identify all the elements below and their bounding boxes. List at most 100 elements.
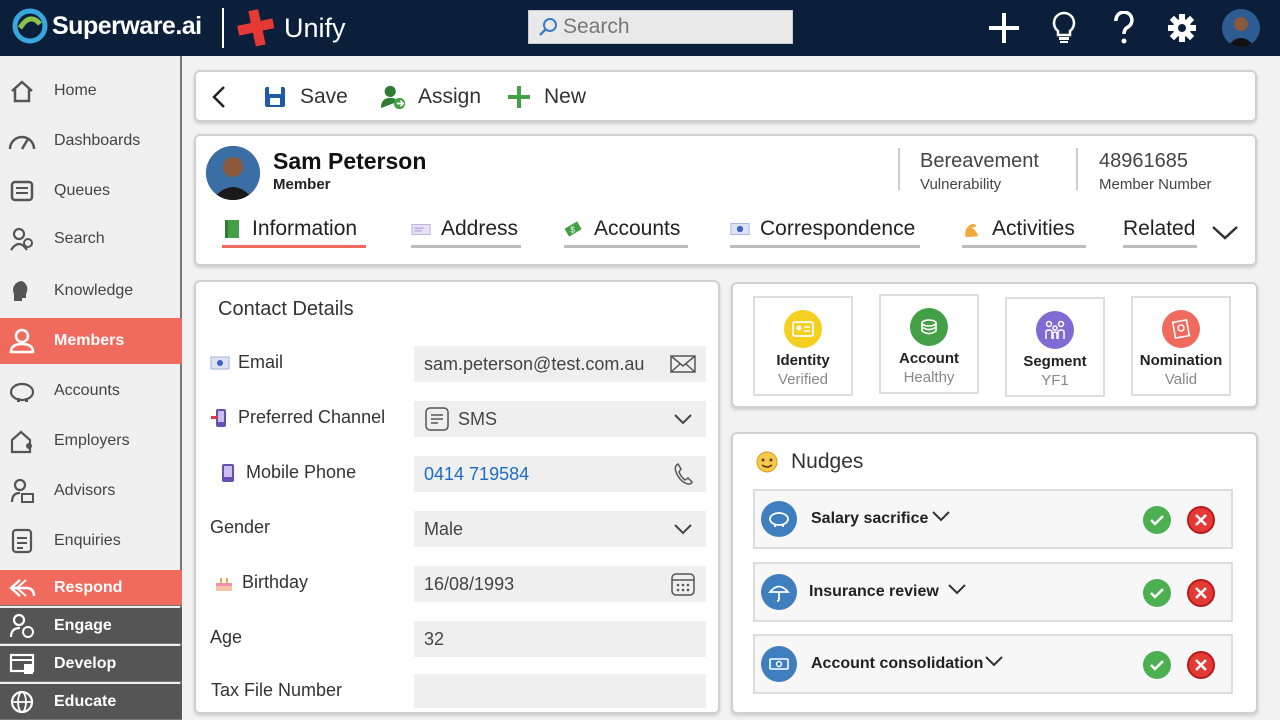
dismiss-nudge-button[interactable] <box>1187 579 1215 607</box>
sidebar-item-employers[interactable]: Employers <box>0 418 182 464</box>
sidebar-item-label: Queues <box>54 182 111 199</box>
sidebar-item-search[interactable]: Search <box>0 216 182 262</box>
brand-divider <box>222 8 224 48</box>
email-icon <box>730 219 750 239</box>
envelope-icon[interactable] <box>670 352 696 376</box>
family-icon <box>1036 311 1074 349</box>
sidebar-item-advisors[interactable]: Advisors <box>0 468 182 514</box>
tabs-more-button[interactable] <box>1210 222 1240 244</box>
sidebar-item-dashboards[interactable]: Dashboards <box>0 118 182 164</box>
settings-button[interactable] <box>1164 10 1200 46</box>
close-icon <box>1195 587 1207 599</box>
user-photo-icon <box>1227 17 1255 47</box>
sidebar-item-enquiries[interactable]: Enquiries <box>0 518 182 564</box>
nomination-badge[interactable]: Nomination Valid <box>1131 296 1231 396</box>
tab-label: Correspondence <box>760 216 916 240</box>
member-name: Sam Peterson <box>273 148 427 174</box>
chevron-down-icon[interactable] <box>947 582 967 602</box>
tab-label: Related <box>1123 216 1196 240</box>
brand-name: Superware.ai <box>52 11 202 40</box>
tax-file-number-field[interactable] <box>414 674 706 708</box>
badge-title: Identity <box>776 352 830 369</box>
dismiss-nudge-button[interactable] <box>1187 651 1215 679</box>
back-button[interactable] <box>210 84 230 110</box>
tab-accounts[interactable]: $ Accounts <box>564 214 688 248</box>
sidebar-item-queues[interactable]: Queues <box>0 168 182 214</box>
phone-call-icon[interactable] <box>670 462 696 486</box>
identity-badge[interactable]: Identity Verified <box>753 296 853 396</box>
accept-nudge-button[interactable] <box>1143 579 1171 607</box>
brand-logo[interactable]: Superware.ai <box>12 8 202 44</box>
birthday-label: Birthday <box>214 572 308 593</box>
sidebar-item-knowledge[interactable]: Knowledge <box>0 268 182 314</box>
sidebar-item-home[interactable]: Home <box>0 68 182 114</box>
add-button[interactable] <box>986 10 1022 46</box>
preferred-channel-select[interactable]: SMS <box>414 401 706 437</box>
question-mark-icon <box>1114 11 1134 44</box>
tab-correspondence[interactable]: Correspondence <box>730 214 920 248</box>
plus-icon <box>506 84 532 110</box>
mobile-phone-value[interactable]: 0414 719584 <box>424 464 529 485</box>
home-icon <box>8 77 36 105</box>
age-field[interactable]: 32 <box>414 621 706 657</box>
inbox-icon <box>8 177 36 205</box>
sidebar-section-engage[interactable]: Engage <box>0 608 182 644</box>
tab-related[interactable]: Related <box>1123 214 1197 248</box>
chevron-down-icon[interactable] <box>931 509 951 529</box>
birthday-field[interactable]: 16/08/1993 <box>414 566 706 602</box>
sidebar-item-label: Enquiries <box>54 532 121 549</box>
ideas-button[interactable] <box>1046 10 1082 46</box>
chevron-down-icon[interactable] <box>984 654 1004 674</box>
chevron-down-icon <box>1212 226 1238 240</box>
help-button[interactable] <box>1106 10 1142 46</box>
tab-activities[interactable]: Activities <box>962 214 1086 248</box>
nudges-panel: Nudges Salary sacrifice Insurance review… <box>731 432 1258 714</box>
product-logo[interactable]: Unify <box>236 8 346 48</box>
piggy-bank-icon <box>8 377 36 405</box>
nudge-item[interactable]: Account consolidation <box>753 634 1233 694</box>
advisor-icon <box>8 477 36 505</box>
badge-status: Verified <box>777 371 829 388</box>
new-button[interactable]: New <box>506 84 586 110</box>
sidebar-section-respond[interactable]: Respond <box>0 570 182 606</box>
reply-icon <box>8 574 36 602</box>
tab-information[interactable]: Information <box>222 214 366 248</box>
sidebar-item-accounts[interactable]: Accounts <box>0 368 182 414</box>
building-person-icon <box>8 427 36 455</box>
superware-logo-icon <box>12 8 48 44</box>
account-badge[interactable]: Account Healthy <box>879 294 979 394</box>
sidebar-item-label: Search <box>54 230 105 247</box>
document-list-icon <box>8 527 36 555</box>
member-header: Sam Peterson Member Bereavement Vulnerab… <box>194 134 1257 266</box>
search-input[interactable] <box>563 15 783 39</box>
tab-label: Accounts <box>594 216 681 240</box>
dismiss-nudge-button[interactable] <box>1187 506 1215 534</box>
email-field[interactable]: sam.peterson@test.com.au <box>414 346 706 382</box>
flexed-arm-icon <box>962 219 982 239</box>
user-avatar[interactable] <box>1222 9 1260 47</box>
accept-nudge-button[interactable] <box>1143 506 1171 534</box>
search-bar[interactable] <box>528 10 793 44</box>
check-icon <box>1150 588 1164 599</box>
tab-address[interactable]: Address <box>411 214 521 248</box>
sidebar-section-educate[interactable]: Educate <box>0 684 182 720</box>
assign-button[interactable]: Assign <box>380 84 481 110</box>
segment-badge[interactable]: Segment YF1 <box>1005 297 1105 397</box>
unify-logo-icon <box>237 9 275 47</box>
member-number-value: 48961685 <box>1099 150 1188 172</box>
sidebar: Home Dashboards Queues Search Knowledge … <box>0 56 182 720</box>
id-card-icon <box>784 310 822 348</box>
gender-select[interactable]: Male <box>414 511 706 547</box>
coins-icon <box>910 308 948 346</box>
nudge-label: Salary sacrifice <box>811 510 929 527</box>
mobile-phone-field[interactable]: 0414 719584 <box>414 456 706 492</box>
accept-nudge-button[interactable] <box>1143 651 1171 679</box>
nudge-item[interactable]: Insurance review <box>753 562 1233 622</box>
nudge-item[interactable]: Salary sacrifice <box>753 489 1233 549</box>
calendar-icon[interactable] <box>670 572 696 596</box>
save-label: Save <box>300 85 348 108</box>
sidebar-section-develop[interactable]: Develop <box>0 646 182 682</box>
gear-icon <box>1168 14 1196 42</box>
sidebar-item-members[interactable]: Members <box>0 318 182 364</box>
save-button[interactable]: Save <box>262 84 348 110</box>
